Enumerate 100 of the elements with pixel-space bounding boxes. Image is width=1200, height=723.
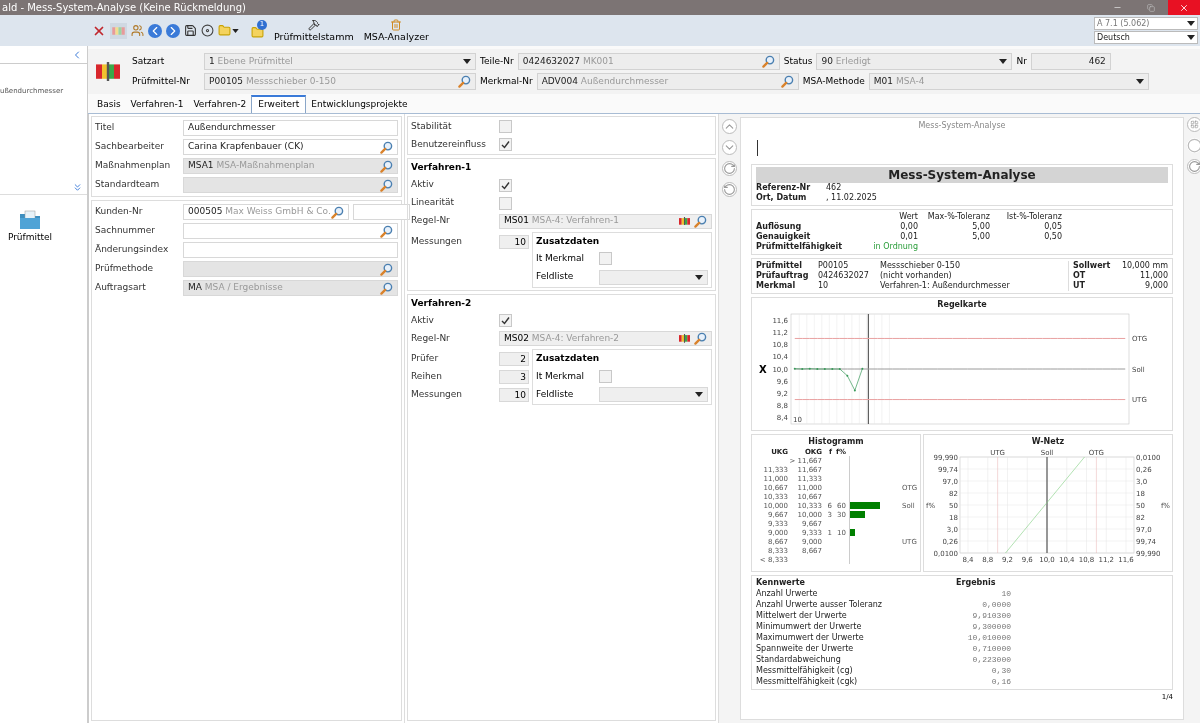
row-label: Anzahl Urwerte ausser Toleranz (756, 600, 883, 609)
field-label: Benutzereinfluss (411, 138, 486, 149)
dropdown-arrow-icon[interactable] (1135, 79, 1144, 84)
checkbox[interactable] (499, 196, 512, 210)
dropdown-arrow-icon[interactable] (999, 59, 1008, 64)
number-field[interactable]: 3 (499, 370, 529, 384)
dropdown-field[interactable]: 90 Erledigt (816, 53, 1013, 70)
search-icon[interactable] (380, 159, 393, 173)
lookup-field[interactable]: MA MSA / Ergebnisse (183, 280, 398, 296)
dropdown-field[interactable] (599, 387, 708, 402)
version-dropdown[interactable]: A 7.1 (5.062) (1094, 17, 1198, 30)
input-field[interactable] (183, 242, 398, 258)
toolbar-button[interactable]: Prüfmittelstamm (271, 18, 357, 43)
lookup-field[interactable]: MS01 MSA-4: Verfahren-1 (499, 213, 712, 229)
field-label: Änderungsindex (95, 244, 169, 255)
table-cell: 0,05 (1044, 222, 1062, 231)
folder-dropdown-icon[interactable] (218, 24, 239, 37)
dropdown-arrow-icon[interactable] (463, 59, 471, 64)
checkbox[interactable] (499, 178, 512, 192)
number-field[interactable]: 10 (499, 234, 529, 249)
forward-icon[interactable] (166, 23, 180, 38)
search-icon[interactable] (761, 55, 775, 68)
table-cell: 5,00 (972, 232, 990, 241)
checkbox[interactable] (599, 252, 612, 266)
column-header: Kennwerte (756, 578, 805, 587)
dropdown-field[interactable]: M01 MSA-4 (868, 73, 1149, 90)
search-icon[interactable] (694, 332, 707, 345)
lookup-field[interactable]: MS02 MSA-4: Verfahren-2 (499, 331, 712, 346)
lookup-field[interactable] (183, 261, 398, 277)
tab[interactable]: Basis (92, 97, 126, 113)
table-cell: 10 (1001, 589, 1011, 598)
search-icon[interactable] (380, 178, 393, 192)
lookup-field[interactable]: Carina Krapfenbauer (CK) (183, 139, 398, 155)
color-bars-icon (679, 216, 690, 226)
search-icon[interactable] (380, 262, 393, 276)
search-icon[interactable] (380, 281, 393, 295)
tab[interactable]: Verfahren-2 (188, 97, 252, 113)
input-field[interactable]: Außendurchmesser (183, 120, 398, 136)
checkbox[interactable] (499, 314, 512, 327)
lookup-field[interactable]: 0424632027 MK001 (517, 53, 780, 70)
search-icon[interactable] (694, 214, 707, 228)
lookup-field[interactable]: P00105 Messschieber 0-150 (204, 73, 476, 90)
close-button[interactable] (1168, 0, 1200, 15)
table-cell: 10,010000 (967, 633, 1011, 642)
rotate-icon[interactable] (722, 161, 737, 176)
search-icon[interactable] (380, 224, 393, 238)
field-label: Prüfmittel (756, 261, 802, 270)
scroll-up-icon[interactable] (722, 119, 737, 134)
dropdown-arrow-icon[interactable] (1187, 21, 1195, 26)
expand-icon[interactable] (72, 181, 83, 193)
number-field[interactable]: 462 (1030, 53, 1111, 70)
people-icon[interactable] (131, 24, 144, 37)
tab[interactable]: Verfahren-1 (125, 97, 189, 113)
checkbox[interactable] (599, 369, 612, 383)
row-label: Messmittelfähigkeit (cgk) (756, 677, 858, 686)
search-icon[interactable] (330, 205, 344, 219)
dropdown-arrow-icon[interactable] (695, 392, 703, 397)
scroll-down-icon[interactable] (722, 140, 737, 155)
field-label: Messungen (411, 235, 463, 246)
lookup-field[interactable]: ADV004 Außendurchmesser (536, 73, 799, 90)
refresh-icon[interactable] (1187, 159, 1200, 174)
lookup-field[interactable] (183, 223, 398, 239)
field-note: Verfahren-1: Außendurchmesser (880, 281, 1010, 291)
table-cell: 0,0000 (982, 600, 1011, 609)
dropdown-field[interactable]: 1 Ebene Prüfmittel (204, 53, 476, 70)
tab[interactable]: Erweitert (251, 95, 307, 113)
checkbox[interactable] (499, 137, 512, 151)
number-field[interactable]: 10 (499, 388, 529, 402)
sidebar-item[interactable]: Prüfmittel (0, 208, 60, 244)
data-point (861, 367, 864, 370)
field-value: 11,000 (1140, 271, 1168, 281)
data-point (808, 367, 811, 370)
lookup-field[interactable]: 000505 Max Weiss GmbH & Co. (183, 204, 349, 220)
row-label: Standardabweichung (756, 655, 841, 664)
circle-icon[interactable] (1187, 138, 1200, 153)
back-icon[interactable] (148, 23, 162, 38)
dropdown-arrow-icon[interactable] (1187, 35, 1195, 40)
number-field[interactable]: 2 (499, 352, 529, 366)
dropdown-field[interactable] (599, 269, 708, 285)
language-dropdown[interactable]: Deutsch (1094, 31, 1198, 44)
field-label: Referenz-Nr (756, 183, 811, 192)
checkbox[interactable] (499, 120, 512, 134)
text-cursor (757, 140, 758, 156)
field-label: Merkmal (756, 281, 796, 290)
toolbar-button[interactable]: MSA-Analyzer (360, 18, 432, 43)
disc-icon[interactable] (201, 24, 214, 37)
color-bars-button[interactable] (110, 22, 127, 39)
lookup-field[interactable]: MSA1 MSA-Maßnahmenplan (183, 158, 398, 174)
search-icon[interactable] (780, 75, 794, 88)
row-label: Messmittelfähigkeit (cg) (756, 666, 853, 675)
refresh-icon[interactable] (722, 182, 737, 197)
dropdown-arrow-icon[interactable] (695, 274, 703, 280)
search-icon[interactable] (458, 75, 471, 88)
search-icon[interactable] (380, 140, 393, 154)
folder-icon[interactable] (251, 25, 264, 39)
save-icon[interactable] (184, 24, 197, 37)
tab[interactable]: Entwicklungsprojekte (306, 97, 413, 113)
lookup-field[interactable] (183, 177, 398, 193)
input-field[interactable] (352, 204, 410, 220)
field-label: Prüfmittel-Nr (132, 74, 191, 88)
